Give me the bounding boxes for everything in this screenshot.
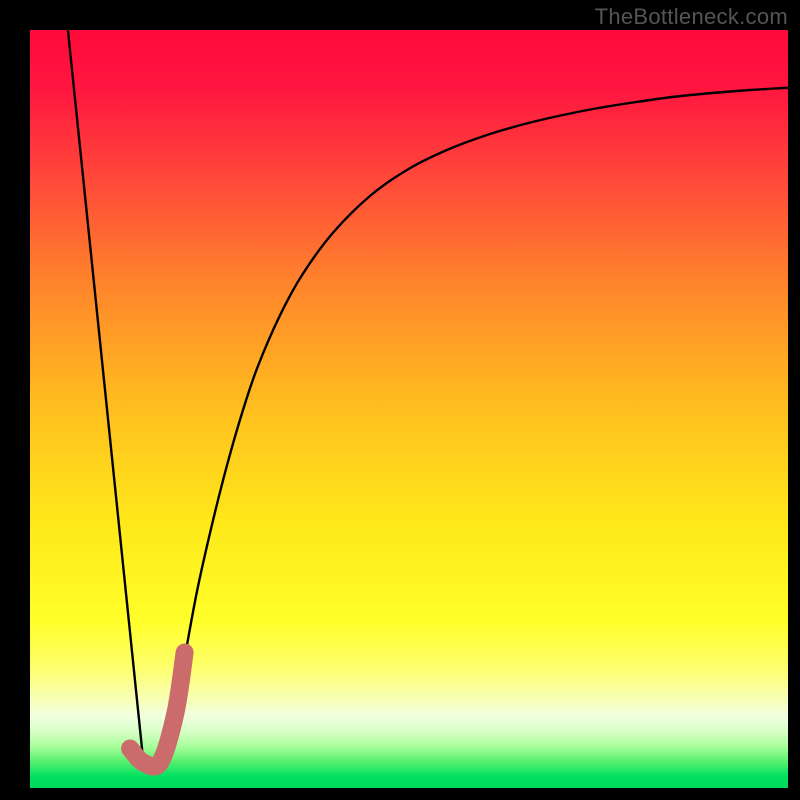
series-right-curve [166, 88, 788, 758]
attribution-label: TheBottleneck.com [595, 4, 788, 30]
curves-layer [30, 30, 788, 780]
chart-frame: TheBottleneck.com [0, 0, 800, 800]
plot-area [30, 30, 788, 780]
series-left-line [68, 30, 144, 765]
